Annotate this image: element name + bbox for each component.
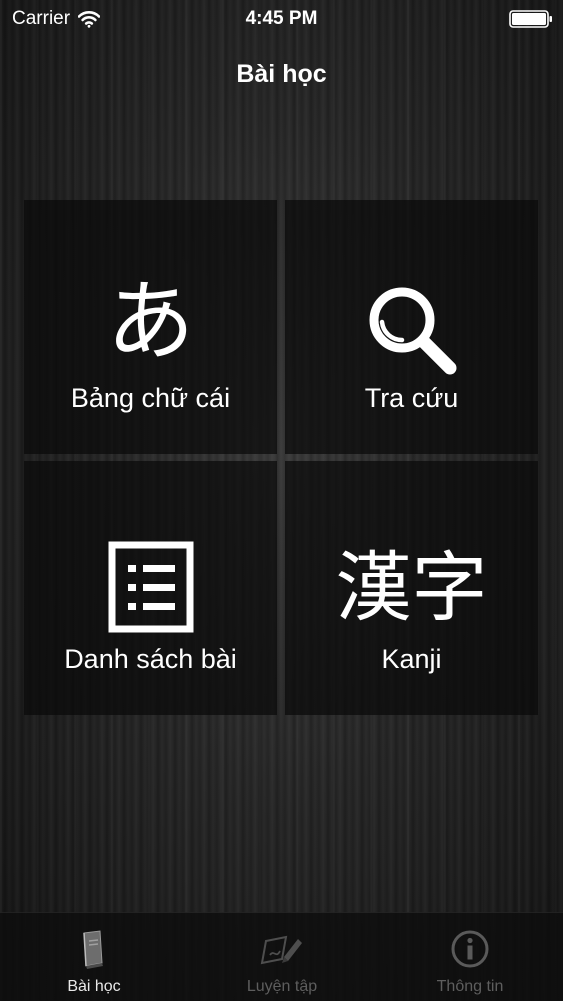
tab-lessons[interactable]: Bài học — [0, 913, 188, 1001]
page-title: Bài học — [236, 60, 327, 88]
lookup-tile-label: Tra cứu — [364, 383, 459, 413]
search-icon — [369, 287, 456, 375]
info-icon — [451, 930, 489, 968]
alphabet-tile[interactable]: あ Bảng chữ cái — [24, 200, 277, 454]
tab-lessons-label: Bài học — [67, 978, 121, 995]
lesson-list-tile[interactable]: Danh sách bài — [24, 461, 277, 715]
lookup-tile[interactable]: Tra cứu — [285, 200, 538, 454]
kanji-icon: 漢字 — [335, 543, 488, 632]
status-time: 4:45 PM — [245, 8, 318, 29]
hiragana-a-icon: あ — [106, 270, 195, 373]
alphabet-tile-label: Bảng chữ cái — [70, 383, 231, 413]
tab-practice[interactable]: Luyện tập — [188, 913, 376, 1001]
pen-writing-icon — [260, 935, 302, 965]
book-icon — [83, 930, 103, 969]
battery-icon — [509, 10, 552, 28]
lesson-list-tile-label: Danh sách bài — [64, 644, 237, 674]
list-icon — [108, 541, 193, 633]
kanji-tile[interactable]: 漢字 Kanji — [285, 461, 538, 715]
kanji-tile-label: Kanji — [381, 644, 442, 674]
tab-bar: Bài học Luyện tập Thông tin — [0, 912, 563, 1001]
tab-info[interactable]: Thông tin — [376, 913, 563, 1001]
tab-info-label: Thông tin — [436, 978, 504, 995]
status-bar: Carrier 4:45 PM — [0, 0, 563, 40]
tab-practice-label: Luyện tập — [246, 978, 318, 995]
